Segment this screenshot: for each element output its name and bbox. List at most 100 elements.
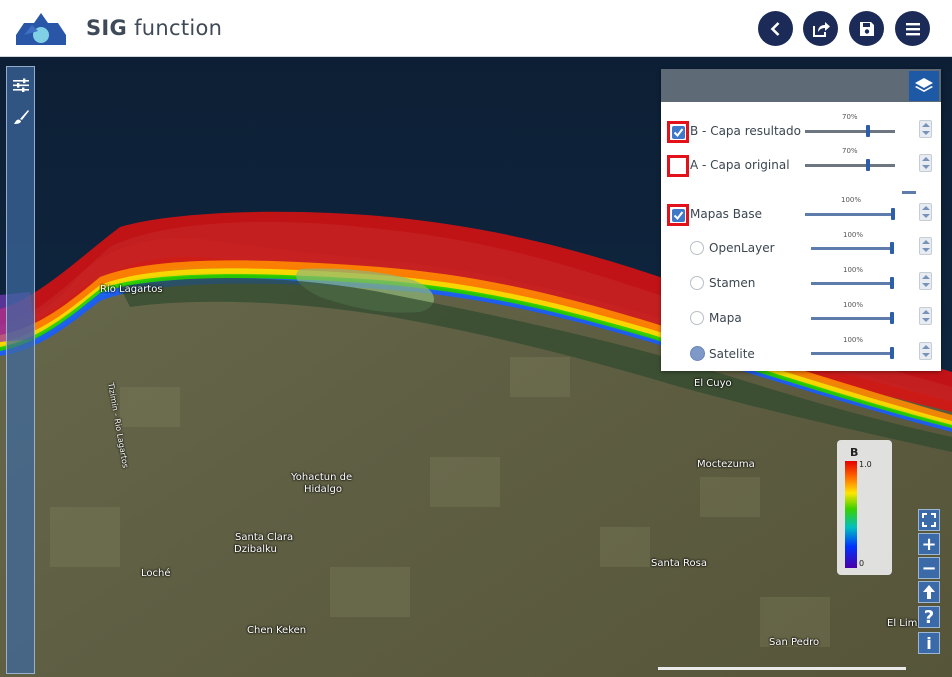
place-label: Yohactun de bbox=[291, 472, 353, 483]
app: SIG function Rio Lagartos Tizimin - Rio … bbox=[0, 0, 952, 677]
basemap-opacity: 100% bbox=[843, 336, 864, 344]
layer-b-opacity: 70% bbox=[842, 113, 858, 121]
base-maps-order-control[interactable] bbox=[919, 203, 932, 221]
header: SIG function bbox=[0, 0, 952, 57]
layer-a-slider[interactable] bbox=[805, 164, 895, 167]
share-icon bbox=[812, 21, 830, 37]
layer-b-slider[interactable] bbox=[805, 130, 895, 133]
basemap-slider[interactable] bbox=[811, 352, 893, 355]
basemap-option-satelite[interactable]: Satelite 100% bbox=[661, 336, 941, 368]
fullscreen-button[interactable] bbox=[918, 509, 940, 531]
legend-title: B bbox=[850, 446, 859, 459]
layer-row-a: A - Capa original 70% bbox=[661, 147, 941, 180]
basemap-opacity: 100% bbox=[843, 231, 864, 239]
base-maps-opacity: 100% bbox=[841, 196, 862, 204]
info-button[interactable]: i bbox=[918, 632, 940, 654]
legend-min: 0 bbox=[859, 559, 865, 568]
brand-bold: SIG bbox=[86, 16, 128, 40]
back-button[interactable] bbox=[758, 11, 793, 46]
brand-rest: function bbox=[134, 16, 223, 40]
basemap-slider-handle[interactable] bbox=[890, 347, 894, 359]
sliders-icon bbox=[13, 78, 29, 92]
layer-b-checkbox[interactable] bbox=[667, 121, 689, 143]
basemap-slider-handle[interactable] bbox=[890, 277, 894, 289]
help-button[interactable]: ? bbox=[918, 606, 940, 628]
place-label: Santa Clara bbox=[235, 532, 294, 543]
layers-button[interactable] bbox=[909, 71, 939, 101]
scale-bar bbox=[658, 667, 906, 670]
basemap-order-control[interactable] bbox=[919, 237, 932, 255]
layer-a-opacity: 70% bbox=[842, 147, 858, 155]
save-button[interactable] bbox=[849, 11, 884, 46]
basemap-slider-handle[interactable] bbox=[890, 312, 894, 324]
place-label: Santa Rosa bbox=[651, 558, 707, 569]
arrow-up-icon bbox=[923, 585, 935, 599]
menu-button[interactable] bbox=[895, 11, 930, 46]
divider bbox=[902, 191, 916, 194]
legend-color-ramp bbox=[845, 461, 857, 568]
basemap-slider[interactable] bbox=[811, 317, 893, 320]
base-maps-checkbox[interactable] bbox=[667, 204, 689, 226]
basemap-label: Stamen bbox=[709, 276, 756, 290]
basemap-order-control[interactable] bbox=[919, 272, 932, 290]
base-maps-slider[interactable] bbox=[805, 213, 895, 216]
brush-icon bbox=[14, 110, 29, 124]
color-legend: B 1.0 0 bbox=[837, 440, 892, 575]
place-label: San Pedro bbox=[769, 637, 820, 648]
basemap-radio[interactable] bbox=[690, 311, 704, 325]
hamburger-icon bbox=[905, 22, 920, 35]
base-maps-label: Mapas Base bbox=[690, 207, 762, 221]
layer-row-base: Mapas Base 100% bbox=[661, 196, 941, 229]
basemap-radio[interactable] bbox=[690, 241, 704, 255]
filter-button[interactable] bbox=[11, 75, 31, 95]
place-label: Dzibalku bbox=[234, 544, 277, 555]
basemap-opacity: 100% bbox=[843, 266, 864, 274]
layer-a-slider-handle[interactable] bbox=[866, 159, 870, 171]
layer-row-b: B - Capa resultado 70% bbox=[661, 113, 941, 146]
fullscreen-icon bbox=[922, 513, 936, 527]
basemap-slider-handle[interactable] bbox=[890, 242, 894, 254]
basemap-order-control[interactable] bbox=[919, 307, 932, 325]
logo-icon bbox=[16, 13, 66, 45]
layer-panel-header bbox=[661, 69, 941, 102]
place-label: Chen Keken bbox=[247, 625, 307, 636]
zoom-out-button[interactable]: − bbox=[918, 557, 940, 579]
north-button[interactable] bbox=[918, 581, 940, 603]
basemap-option-openlayer[interactable]: OpenLayer 100% bbox=[661, 231, 941, 263]
basemap-option-stamen[interactable]: Stamen 100% bbox=[661, 266, 941, 298]
basemap-radio[interactable] bbox=[690, 276, 704, 290]
save-icon bbox=[859, 21, 874, 36]
chevron-left-icon bbox=[770, 21, 779, 36]
layer-a-checkbox[interactable] bbox=[667, 155, 689, 177]
layer-a-label: A - Capa original bbox=[690, 158, 790, 172]
base-maps-slider-handle[interactable] bbox=[891, 208, 895, 220]
layer-a-order-control[interactable] bbox=[919, 154, 932, 172]
style-button[interactable] bbox=[11, 107, 31, 127]
layers-icon bbox=[915, 78, 933, 92]
zoom-in-button[interactable]: + bbox=[918, 533, 940, 555]
basemap-radio-selected[interactable] bbox=[690, 346, 705, 361]
place-label: Rio Lagartos bbox=[100, 284, 163, 295]
check-icon bbox=[673, 210, 683, 220]
basemap-label: Mapa bbox=[709, 311, 742, 325]
layer-b-label: B - Capa resultado bbox=[690, 124, 801, 138]
place-label: El Cuyo bbox=[694, 378, 732, 389]
basemap-label: OpenLayer bbox=[709, 241, 775, 255]
layer-panel: B - Capa resultado 70% A - Capa original… bbox=[661, 69, 941, 371]
layer-b-slider-handle[interactable] bbox=[866, 125, 870, 137]
basemap-slider[interactable] bbox=[811, 247, 893, 250]
brand-name: SIG function bbox=[86, 16, 222, 40]
legend-max: 1.0 bbox=[859, 460, 872, 469]
place-label: Hidalgo bbox=[304, 484, 343, 495]
basemap-order-control[interactable] bbox=[919, 342, 932, 360]
tool-panel bbox=[6, 66, 35, 674]
share-button[interactable] bbox=[803, 11, 838, 46]
basemap-opacity: 100% bbox=[843, 301, 864, 309]
basemap-label: Satelite bbox=[709, 347, 755, 361]
basemap-option-mapa[interactable]: Mapa 100% bbox=[661, 301, 941, 333]
check-icon bbox=[673, 127, 683, 137]
place-label: Loché bbox=[141, 568, 171, 579]
basemap-slider[interactable] bbox=[811, 282, 893, 285]
place-label: Moctezuma bbox=[697, 459, 755, 470]
layer-b-order-control[interactable] bbox=[919, 120, 932, 138]
